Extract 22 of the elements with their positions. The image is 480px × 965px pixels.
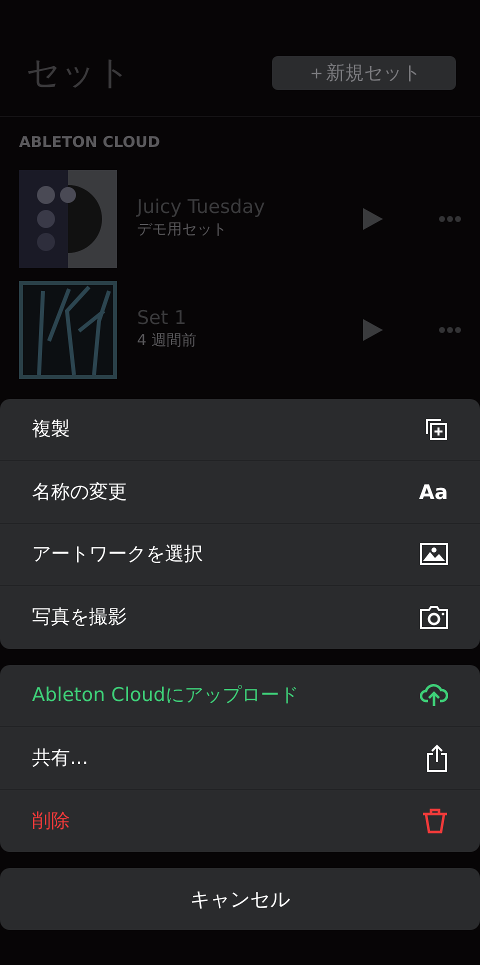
- rename-icon: Aa: [419, 476, 448, 507]
- menu-item[interactable]: 削除: [0, 790, 480, 852]
- trash-icon: [422, 808, 448, 834]
- menu-item[interactable]: Ableton Cloudにアップロード: [0, 664, 480, 727]
- duplicate-icon: [424, 417, 448, 442]
- set-subtitle: デモ用セット: [137, 219, 228, 240]
- camera-icon: [420, 605, 448, 630]
- section-heading: ABLETON CLOUD: [18, 132, 162, 153]
- menu-item[interactable]: 写真を撮影: [0, 586, 480, 648]
- more-icon[interactable]: [439, 327, 461, 333]
- image-icon: [420, 543, 448, 566]
- set-subtitle: 4 週間前: [137, 330, 198, 352]
- menu-item[interactable]: 共有...: [0, 727, 480, 790]
- share-icon: [426, 744, 448, 772]
- menu-item[interactable]: アートワークを選択: [0, 524, 480, 586]
- play-icon[interactable]: [363, 208, 383, 230]
- menu-item[interactable]: 複製: [0, 398, 480, 461]
- menu-item[interactable]: 名称の変更 Aa: [0, 461, 480, 524]
- play-icon[interactable]: [363, 319, 383, 341]
- more-icon[interactable]: [439, 216, 461, 222]
- cloud-upload-icon: [420, 683, 448, 708]
- cancel-button[interactable]: キャンセル: [0, 868, 480, 930]
